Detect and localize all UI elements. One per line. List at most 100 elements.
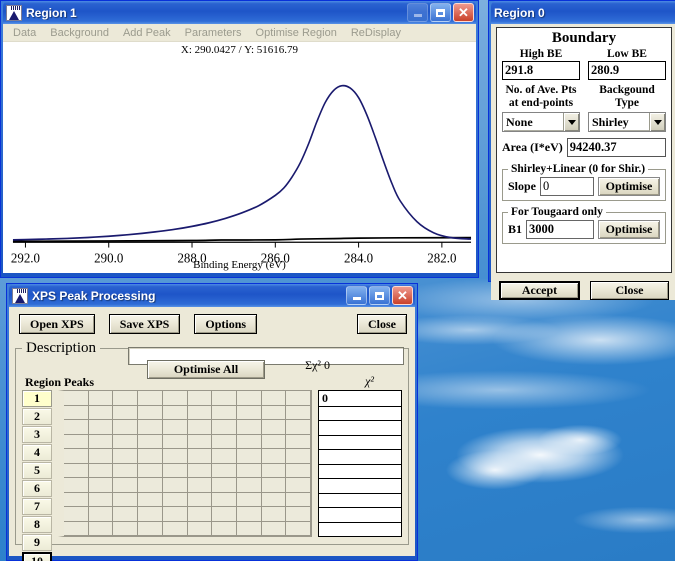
chi-squared-cell[interactable] (319, 479, 401, 494)
peak-cell[interactable] (88, 492, 114, 507)
chi-squared-cell[interactable] (319, 508, 401, 523)
maximize-button[interactable] (369, 286, 390, 305)
peak-cell[interactable] (236, 434, 262, 449)
b1-input[interactable]: 3000 (526, 220, 594, 240)
xps-peak-processing-window[interactable]: XPS Peak Processing ✕ Open XPS Save XPS … (6, 283, 418, 561)
chi-squared-cell[interactable] (319, 407, 401, 422)
peak-cell[interactable] (64, 449, 89, 464)
peak-cell[interactable] (138, 463, 163, 478)
peak-cell[interactable] (138, 507, 163, 522)
peak-cell[interactable] (286, 391, 311, 406)
peak-cell[interactable] (261, 507, 287, 522)
optimise-all-button[interactable]: Optimise All (147, 360, 265, 379)
peak-cell[interactable] (212, 420, 237, 435)
minimize-button[interactable] (346, 286, 367, 305)
peak-cell[interactable] (286, 507, 311, 522)
peak-cell[interactable] (286, 463, 311, 478)
region-row-2[interactable]: 2 (22, 408, 52, 425)
chevron-down-icon[interactable] (563, 113, 579, 132)
slope-input[interactable]: 0 (540, 177, 594, 197)
peak-cell[interactable] (88, 391, 114, 406)
region-row-1[interactable]: 1 (22, 390, 52, 407)
peak-cell[interactable] (212, 449, 237, 464)
peak-cell[interactable] (113, 478, 139, 493)
peak-cell[interactable] (236, 449, 262, 464)
peak-cell[interactable] (261, 521, 287, 536)
peak-cell[interactable] (286, 478, 311, 493)
save-xps-button[interactable]: Save XPS (108, 314, 181, 334)
region-row-9[interactable]: 9 (22, 534, 52, 551)
peaks-grid[interactable] (58, 390, 312, 537)
peak-cell[interactable] (187, 507, 213, 522)
chi-squared-column[interactable]: 0 (318, 390, 402, 537)
menu-item-background[interactable]: Background (44, 26, 115, 40)
region-0-titlebar[interactable]: Region 0 (491, 1, 675, 24)
menu-item-redisplay[interactable]: ReDisplay (345, 26, 407, 40)
avg-points-select[interactable]: None (502, 112, 580, 133)
peak-cell[interactable] (113, 405, 139, 420)
peak-cell[interactable] (88, 449, 114, 464)
high-be-input[interactable]: 291.8 (502, 60, 580, 80)
menu-item-parameters[interactable]: Parameters (179, 26, 248, 40)
peak-cell[interactable] (236, 463, 262, 478)
peak-cell[interactable] (138, 449, 163, 464)
maximize-button[interactable] (430, 3, 451, 22)
chi-squared-cell[interactable] (319, 450, 401, 465)
close-button[interactable]: ✕ (392, 286, 413, 305)
peak-cell[interactable] (64, 507, 89, 522)
region-row-8[interactable]: 8 (22, 516, 52, 533)
peak-cell[interactable] (187, 463, 213, 478)
peak-cell[interactable] (88, 478, 114, 493)
peak-cell[interactable] (187, 391, 213, 406)
menu-item-optimise-region[interactable]: Optimise Region (250, 26, 343, 40)
peak-cell[interactable] (138, 478, 163, 493)
peak-cell[interactable] (261, 391, 287, 406)
peak-cell[interactable] (187, 521, 213, 536)
region-row-5[interactable]: 5 (22, 462, 52, 479)
peak-cell[interactable] (64, 492, 89, 507)
peak-cell[interactable] (236, 492, 262, 507)
peak-cell[interactable] (286, 420, 311, 435)
peak-cell[interactable] (286, 434, 311, 449)
peak-cell[interactable] (162, 434, 188, 449)
menu-item-data[interactable]: Data (7, 26, 42, 40)
peak-cell[interactable] (88, 405, 114, 420)
background-type-select[interactable]: Shirley (588, 112, 666, 133)
peak-cell[interactable] (64, 391, 89, 406)
region-0-window[interactable]: Region 0 Boundary High BE 291.8 Low BE 2… (488, 0, 675, 300)
peak-cell[interactable] (138, 391, 163, 406)
peak-cell[interactable] (187, 478, 213, 493)
menu-item-add-peak[interactable]: Add Peak (117, 26, 177, 40)
slope-optimise-button[interactable]: Optimise (598, 177, 660, 197)
peak-cell[interactable] (162, 420, 188, 435)
peak-cell[interactable] (138, 405, 163, 420)
peak-cell[interactable] (212, 521, 237, 536)
chi-squared-cell[interactable]: 0 (319, 391, 401, 407)
chi-squared-cell[interactable] (319, 421, 401, 436)
peak-cell[interactable] (212, 391, 237, 406)
peak-cell[interactable] (113, 391, 139, 406)
peak-cell[interactable] (212, 463, 237, 478)
peak-cell[interactable] (138, 521, 163, 536)
region-1-titlebar[interactable]: Region 1 ✕ (3, 1, 476, 24)
peak-cell[interactable] (212, 492, 237, 507)
peak-cell[interactable] (113, 507, 139, 522)
peak-cell[interactable] (162, 449, 188, 464)
chi-squared-cell[interactable] (319, 493, 401, 509)
peak-cell[interactable] (138, 420, 163, 435)
region-1-menubar[interactable]: Data Background Add Peak Parameters Opti… (3, 24, 476, 42)
peak-cell[interactable] (187, 420, 213, 435)
peak-cell[interactable] (261, 478, 287, 493)
peak-cell[interactable] (113, 463, 139, 478)
region-1-window[interactable]: Region 1 ✕ Data Background Add Peak Para… (0, 0, 479, 278)
peak-cell[interactable] (64, 478, 89, 493)
peak-cell[interactable] (162, 507, 188, 522)
peak-cell[interactable] (187, 492, 213, 507)
peak-cell[interactable] (236, 420, 262, 435)
spectrum-plot-area[interactable]: X: 290.0427 / Y: 51616.79 292.0 290.0 288.… (3, 42, 476, 273)
xps-titlebar[interactable]: XPS Peak Processing ✕ (9, 284, 415, 307)
low-be-input[interactable]: 280.9 (588, 60, 666, 80)
peak-cell[interactable] (261, 449, 287, 464)
peak-cell[interactable] (88, 463, 114, 478)
peak-cell[interactable] (64, 463, 89, 478)
